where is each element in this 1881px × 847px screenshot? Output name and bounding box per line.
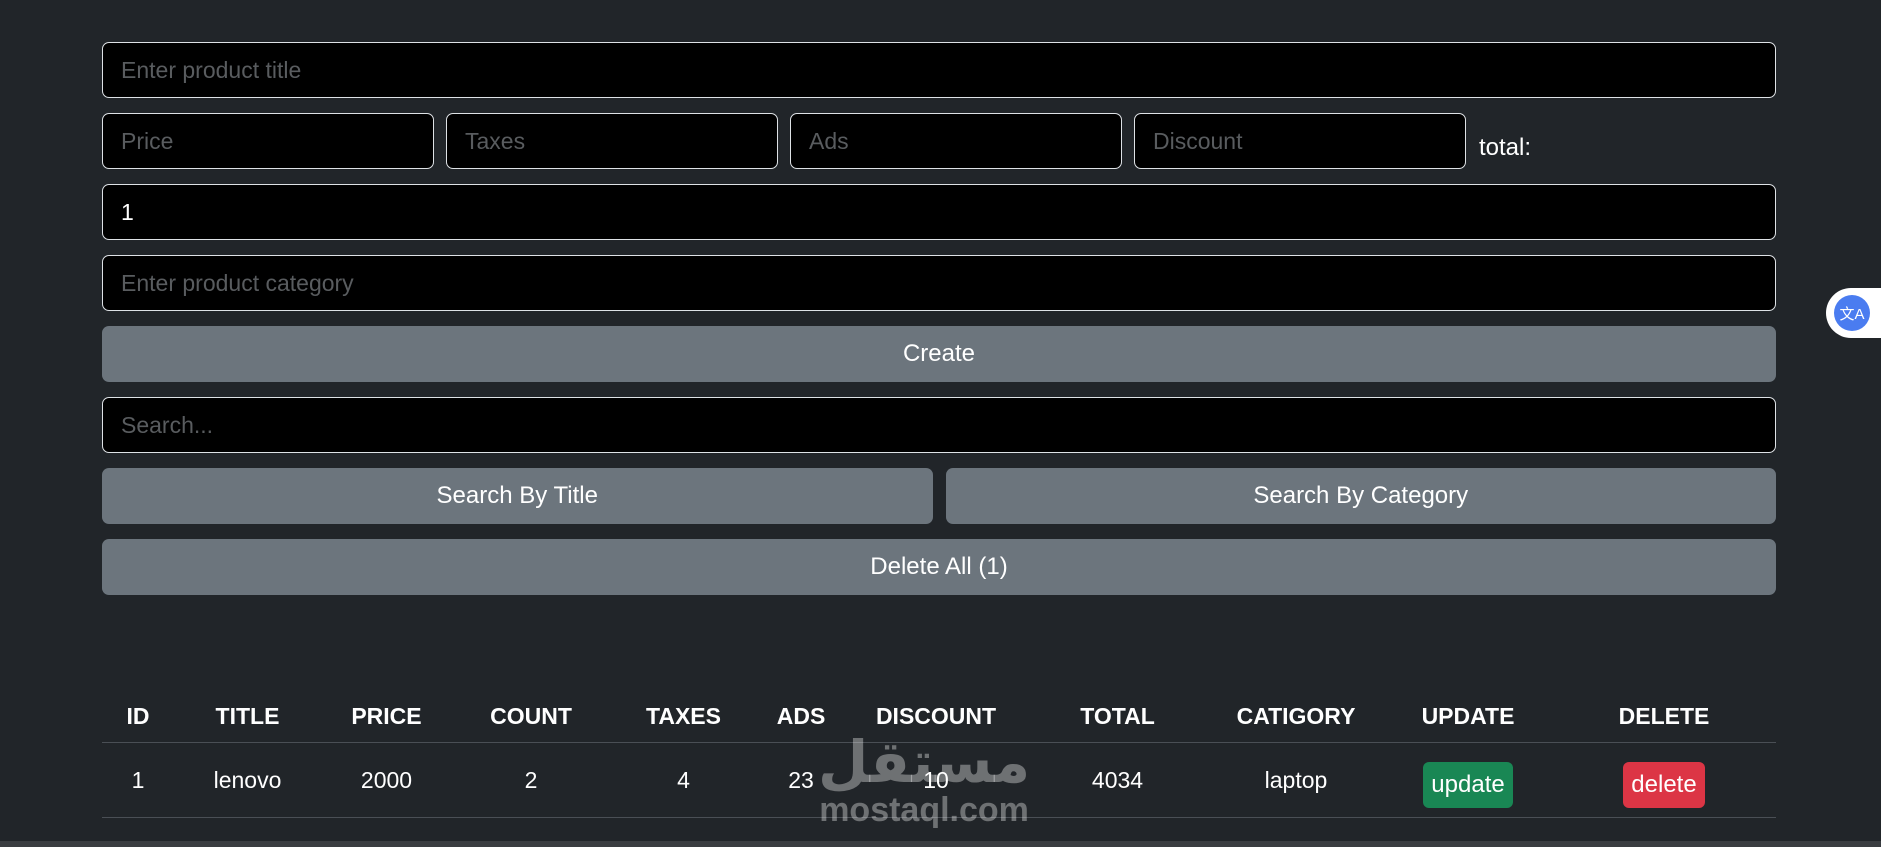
- total-label: total:: [1479, 134, 1532, 161]
- cell-update: update: [1384, 742, 1552, 818]
- price-input[interactable]: [102, 113, 434, 169]
- cell-id: 1: [102, 742, 174, 818]
- column-header-delete: DELETE: [1552, 690, 1776, 743]
- search-by-category-button[interactable]: Search By Category: [945, 468, 1776, 524]
- taxes-input[interactable]: [446, 113, 778, 169]
- column-header-title: TITLE: [174, 690, 321, 743]
- column-header-id: ID: [102, 690, 174, 743]
- product-form: total: Create Search By Title Search By …: [102, 42, 1776, 595]
- update-button[interactable]: update: [1423, 762, 1513, 808]
- watermark-latin: mostaql.com: [819, 791, 1029, 829]
- cell-title: lenovo: [174, 742, 321, 818]
- cell-count: 2: [452, 742, 610, 818]
- column-header-count: COUNT: [452, 690, 610, 743]
- cell-delete: delete: [1552, 742, 1776, 818]
- search-by-title-button[interactable]: Search By Title: [102, 468, 933, 524]
- column-header-category: CATIGORY: [1208, 690, 1384, 743]
- title-input[interactable]: [102, 42, 1776, 98]
- column-header-total: TOTAL: [1027, 690, 1208, 743]
- search-buttons: Search By Title Search By Category: [102, 468, 1776, 524]
- cell-price: 2000: [321, 742, 452, 818]
- column-header-taxes: TAXES: [610, 690, 757, 743]
- create-button[interactable]: Create: [102, 326, 1776, 382]
- ads-input[interactable]: [790, 113, 1122, 169]
- column-header-price: PRICE: [321, 690, 452, 743]
- search-input[interactable]: [102, 397, 1776, 453]
- category-input[interactable]: [102, 255, 1776, 311]
- discount-input[interactable]: [1134, 113, 1466, 169]
- cell-taxes: 4: [610, 742, 757, 818]
- watermark: مستقل mostaql.com: [818, 730, 1031, 829]
- cell-category: laptop: [1208, 742, 1384, 818]
- cell-total: 4034: [1027, 742, 1208, 818]
- watermark-arabic: مستقل: [818, 730, 1031, 795]
- delete-button[interactable]: delete: [1623, 762, 1705, 808]
- delete-all-button[interactable]: Delete All (1): [102, 539, 1776, 595]
- price-row: total:: [102, 113, 1776, 169]
- count-input[interactable]: [102, 184, 1776, 240]
- translate-widget[interactable]: 文A: [1826, 288, 1881, 338]
- bottom-scrollbar[interactable]: [0, 841, 1881, 847]
- column-header-update: UPDATE: [1384, 690, 1552, 743]
- translate-icon[interactable]: 文A: [1834, 295, 1870, 331]
